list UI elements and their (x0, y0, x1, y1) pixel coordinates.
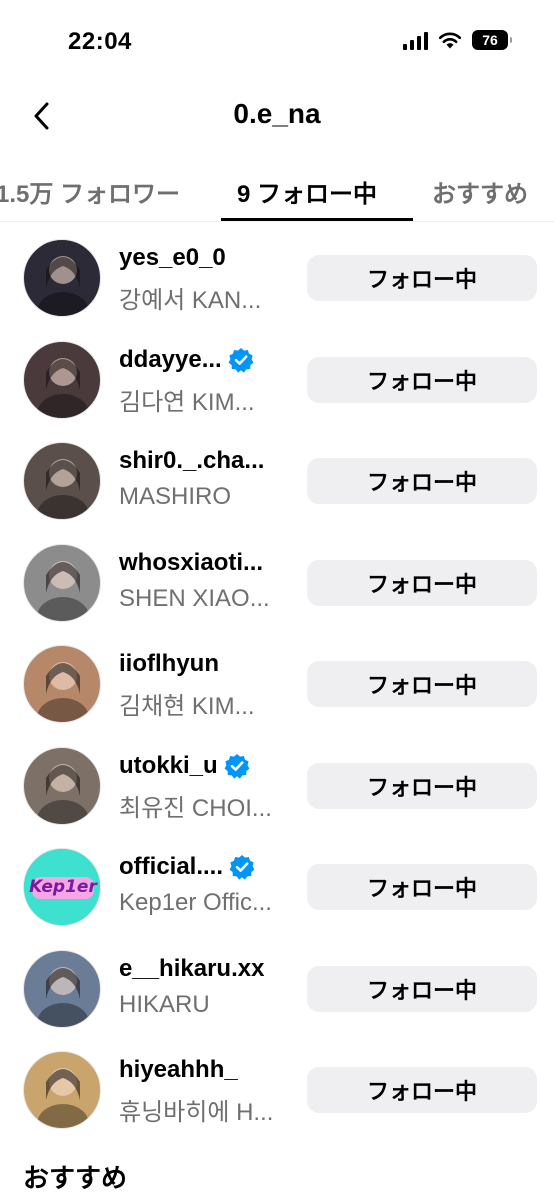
username[interactable]: ddayye... (119, 346, 222, 374)
username-line: utokki_u (119, 752, 250, 780)
cellular-signal-icon (403, 30, 428, 50)
following-list: yes_e0_0 강예서 KAN... フォロー中 ddayye... 김다연 KIM.… (0, 232, 554, 1146)
following-row[interactable]: Kep1er official.... Kep1er Offic... フォロー中 (0, 841, 554, 943)
avatar[interactable]: Kep1er (23, 848, 101, 926)
username-line: official.... (119, 853, 255, 881)
avatar[interactable] (23, 340, 101, 419)
username-line: ddayye... (119, 346, 254, 374)
following-row[interactable]: utokki_u 최유진 CHOI... フォロー中 (0, 740, 554, 842)
avatar[interactable] (23, 645, 101, 723)
username-line: yes_e0_0 (119, 244, 226, 272)
full-name: 김다연 KIM... (119, 388, 255, 416)
battery-level: 76 (482, 32, 498, 48)
username-line: e__hikaru.xx (119, 955, 264, 983)
avatar[interactable] (23, 442, 101, 520)
verified-badge-icon (229, 855, 255, 880)
full-name: 강예서 KAN... (119, 287, 262, 314)
battery-icon: 76 (472, 30, 512, 50)
following-button[interactable]: フォロー中 (307, 661, 537, 707)
username-line: whosxiaoti... (119, 549, 263, 577)
following-row[interactable]: hiyeahhh_ 휴닝바히에 H... フォロー中 (0, 1044, 554, 1146)
avatar[interactable] (23, 1051, 101, 1129)
active-tab-indicator (221, 218, 413, 221)
status-time: 22:04 (68, 28, 132, 55)
following-row[interactable]: shir0._.cha... MASHIRO フォロー中 (0, 435, 554, 537)
username-line: iioflhyun (119, 650, 219, 678)
following-button[interactable]: フォロー中 (307, 356, 537, 403)
wifi-icon (438, 32, 462, 49)
following-row[interactable]: whosxiaoti... SHEN XIAO... フォロー中 (0, 537, 554, 639)
following-button[interactable]: フォロー中 (307, 458, 537, 504)
verified-badge-icon (224, 753, 250, 779)
tab-suggested[interactable]: おすすめ (432, 174, 528, 209)
full-name: 김채현 KIM... (119, 693, 255, 720)
following-button[interactable]: フォロー中 (307, 864, 537, 910)
following-button[interactable]: フォロー中 (307, 1067, 537, 1113)
following-button[interactable]: フォロー中 (307, 255, 537, 301)
suggested-section-title: おすすめ (23, 1163, 128, 1193)
following-row[interactable]: e__hikaru.xx HIKARU フォロー中 (0, 943, 554, 1045)
username-line: shir0._.cha... (119, 447, 264, 475)
username[interactable]: iioflhyun (119, 650, 219, 678)
username[interactable]: shir0._.cha... (119, 447, 264, 475)
full-name: 휴닝바히에 H... (119, 1099, 274, 1126)
header: 0.e_na (0, 84, 554, 154)
avatar[interactable] (23, 239, 101, 317)
follow-tabs: 1.5万 フォロワー 9 フォロー中 おすすめ (0, 160, 554, 222)
following-button[interactable]: フォロー中 (307, 762, 537, 809)
avatar[interactable] (23, 949, 101, 1028)
full-name: SHEN XIAO... (119, 584, 270, 612)
status-bar: 22:04 76 (0, 0, 554, 84)
username[interactable]: yes_e0_0 (119, 244, 226, 272)
following-row[interactable]: ddayye... 김다연 KIM... フォロー中 (0, 334, 554, 436)
username[interactable]: official.... (119, 853, 223, 881)
avatar[interactable] (23, 746, 101, 825)
full-name: HIKARU (119, 990, 210, 1018)
username[interactable]: whosxiaoti... (119, 549, 263, 577)
following-button[interactable]: フォロー中 (307, 965, 537, 1012)
username-line: hiyeahhh_ (119, 1056, 238, 1084)
tab-following[interactable]: 9 フォロー中 (237, 174, 377, 209)
profile-username-title: 0.e_na (233, 98, 321, 129)
following-row[interactable]: yes_e0_0 강예서 KAN... フォロー中 (0, 232, 554, 334)
full-name: Kep1er Offic... (119, 889, 272, 916)
following-row[interactable]: iioflhyun 김채현 KIM... フォロー中 (0, 638, 554, 740)
status-icons: 76 (403, 30, 512, 50)
full-name: MASHIRO (119, 483, 232, 510)
username[interactable]: utokki_u (119, 752, 218, 780)
full-name: 최유진 CHOI... (119, 794, 272, 822)
kep1er-logo: Kep1er (29, 877, 97, 897)
username[interactable]: hiyeahhh_ (119, 1056, 238, 1084)
avatar[interactable] (23, 543, 101, 622)
following-button[interactable]: フォロー中 (307, 559, 537, 606)
tab-followers[interactable]: 1.5万 フォロワー (0, 174, 180, 209)
verified-badge-icon (228, 347, 254, 373)
username[interactable]: e__hikaru.xx (119, 955, 264, 983)
